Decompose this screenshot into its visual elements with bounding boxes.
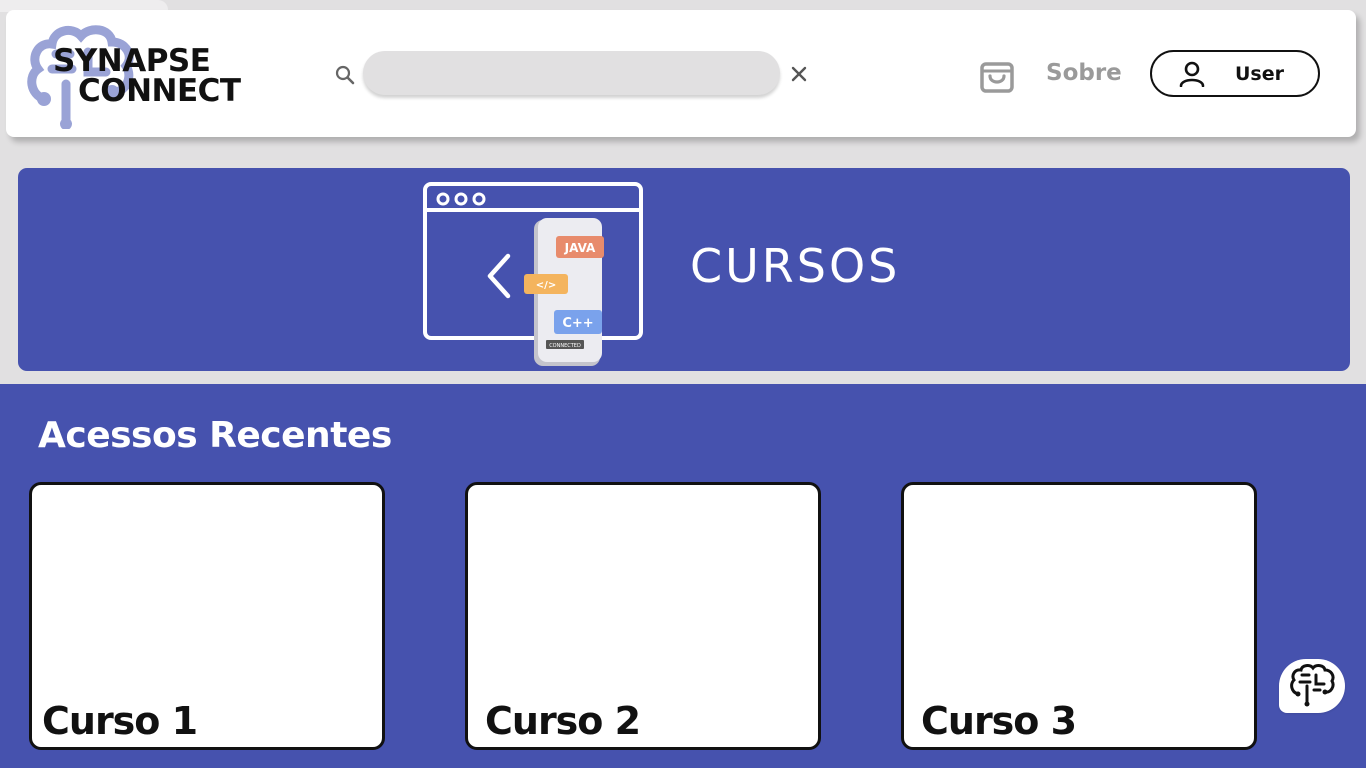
brand-logo[interactable]: SYNAPSE CONNECT (26, 24, 266, 129)
nav-link-sobre[interactable]: Sobre (1046, 60, 1122, 86)
close-icon[interactable] (787, 62, 811, 86)
course-card-1[interactable]: Curso 1 (29, 482, 385, 750)
course-card-label: Curso 2 (485, 699, 641, 743)
course-card-label: Curso 3 (921, 699, 1077, 743)
tag-cpp: C++ (562, 316, 593, 331)
user-icon (1179, 61, 1205, 87)
tag-java: JAVA (564, 241, 596, 255)
user-button-label: User (1235, 63, 1284, 85)
top-header: SYNAPSE CONNECT Sobre User (6, 10, 1356, 137)
assistant-chat-button[interactable] (1279, 659, 1345, 713)
courses-banner: JAVA </> C++ CONNECTED CURSOS (18, 168, 1350, 371)
user-button[interactable]: User (1150, 50, 1320, 97)
section-title: Acessos Recentes (38, 415, 392, 456)
brain-chat-icon (1290, 664, 1335, 707)
course-card-label: Curso 1 (42, 699, 198, 743)
course-card-2[interactable]: Curso 2 (465, 482, 821, 750)
shopping-bag-icon[interactable] (977, 55, 1017, 95)
search-icon[interactable] (333, 63, 357, 87)
page-title: CURSOS (690, 239, 901, 293)
brand-name-line2: CONNECT (78, 73, 241, 109)
course-card-3[interactable]: Curso 3 (901, 482, 1257, 750)
tag-connected: CONNECTED (549, 343, 581, 349)
tag-code: </> (536, 280, 556, 291)
recent-access-section: Acessos Recentes Curso 1 Curso 2 Curso 3 (0, 384, 1366, 768)
search-input[interactable] (363, 51, 780, 95)
code-browser-illustration: JAVA </> C++ CONNECTED (423, 182, 643, 366)
